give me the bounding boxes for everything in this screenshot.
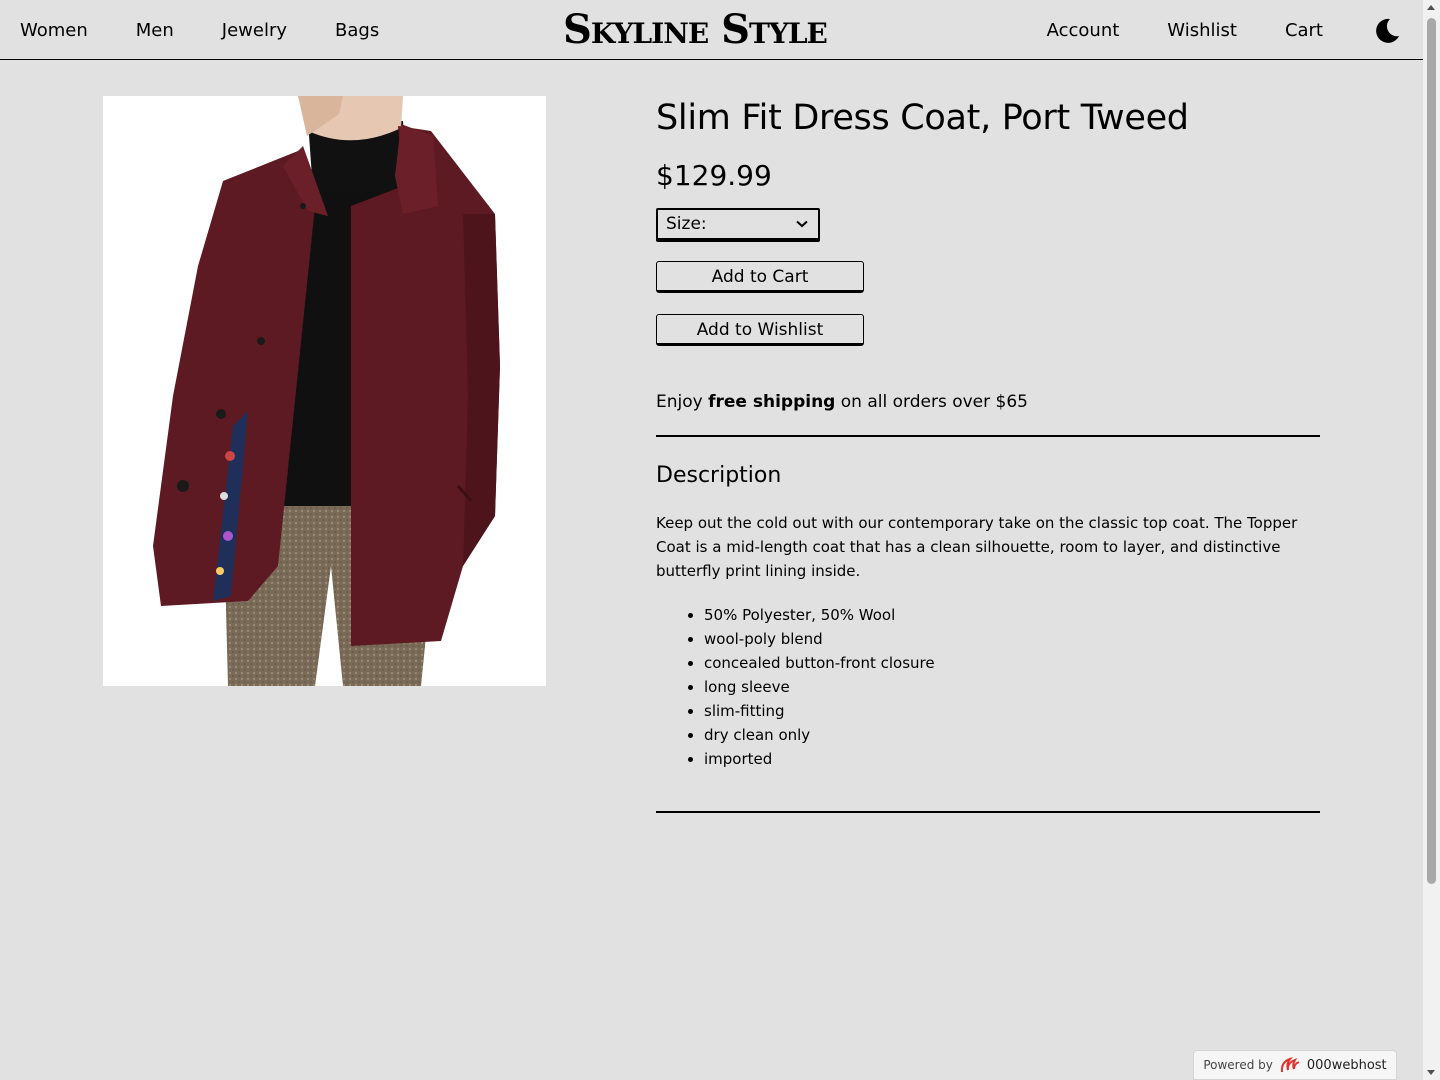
feature-item: dry clean only bbox=[704, 723, 1320, 747]
feature-item: slim-fitting bbox=[704, 699, 1320, 723]
size-select-label: Size: bbox=[666, 214, 707, 234]
nav-women[interactable]: Women bbox=[20, 20, 88, 41]
description-heading: Description bbox=[656, 463, 782, 488]
site-logo[interactable]: Skyline Style bbox=[563, 4, 828, 56]
scroll-up-icon[interactable] bbox=[1427, 5, 1435, 10]
scroll-down-icon[interactable] bbox=[1427, 1070, 1435, 1075]
add-to-wishlist-button[interactable]: Add to Wishlist bbox=[656, 314, 864, 346]
feature-item: long sleeve bbox=[704, 675, 1320, 699]
add-to-cart-button[interactable]: Add to Cart bbox=[656, 261, 864, 293]
nav-jewelry[interactable]: Jewelry bbox=[222, 20, 287, 41]
size-select[interactable]: Size: bbox=[656, 208, 820, 240]
shipping-prefix: Enjoy bbox=[656, 392, 703, 412]
powered-by-label: Powered by bbox=[1203, 1058, 1273, 1072]
chevron-down-icon bbox=[796, 220, 808, 228]
product-photo bbox=[153, 96, 500, 686]
feature-item: imported bbox=[704, 747, 1320, 771]
product-price: $129.99 bbox=[656, 159, 772, 192]
nav-account[interactable]: Account bbox=[1047, 20, 1120, 41]
moon-icon[interactable] bbox=[1373, 17, 1401, 45]
nav-cart[interactable]: Cart bbox=[1285, 20, 1323, 41]
nav-men[interactable]: Men bbox=[136, 20, 174, 41]
nav-bags[interactable]: Bags bbox=[335, 20, 379, 41]
shipping-highlight: free shipping bbox=[708, 392, 836, 412]
site-header: Women Men Jewelry Bags Skyline Style Acc… bbox=[0, 0, 1423, 60]
section-divider bbox=[656, 811, 1320, 813]
host-brand-name: 000webhost bbox=[1306, 1057, 1387, 1073]
feature-item: wool-poly blend bbox=[704, 627, 1320, 651]
page-scrollbar[interactable] bbox=[1423, 0, 1440, 1080]
shipping-suffix: on all orders over $65 bbox=[840, 392, 1028, 412]
product-title: Slim Fit Dress Coat, Port Tweed bbox=[656, 98, 1189, 138]
page: Women Men Jewelry Bags Skyline Style Acc… bbox=[0, 0, 1423, 1080]
powered-by-badge[interactable]: Powered by 000webhost bbox=[1193, 1050, 1397, 1080]
feature-item: concealed button-front closure bbox=[704, 651, 1320, 675]
product-image bbox=[103, 96, 546, 686]
feature-list: 50% Polyester, 50% Wool wool-poly blend … bbox=[656, 603, 1320, 771]
nav-wishlist[interactable]: Wishlist bbox=[1167, 20, 1237, 41]
feature-item: 50% Polyester, 50% Wool bbox=[704, 603, 1320, 627]
description-text: Keep out the cold out with our contempor… bbox=[656, 514, 1298, 580]
primary-nav: Women Men Jewelry Bags bbox=[20, 0, 379, 60]
webhost-logo-icon bbox=[1280, 1056, 1300, 1073]
account-nav: Account Wishlist Cart bbox=[1047, 0, 1323, 60]
product-info: Slim Fit Dress Coat, Port Tweed $129.99 … bbox=[656, 96, 1320, 813]
scroll-thumb[interactable] bbox=[1427, 18, 1436, 884]
shipping-notice: Enjoy free shipping on all orders over $… bbox=[656, 390, 1320, 437]
